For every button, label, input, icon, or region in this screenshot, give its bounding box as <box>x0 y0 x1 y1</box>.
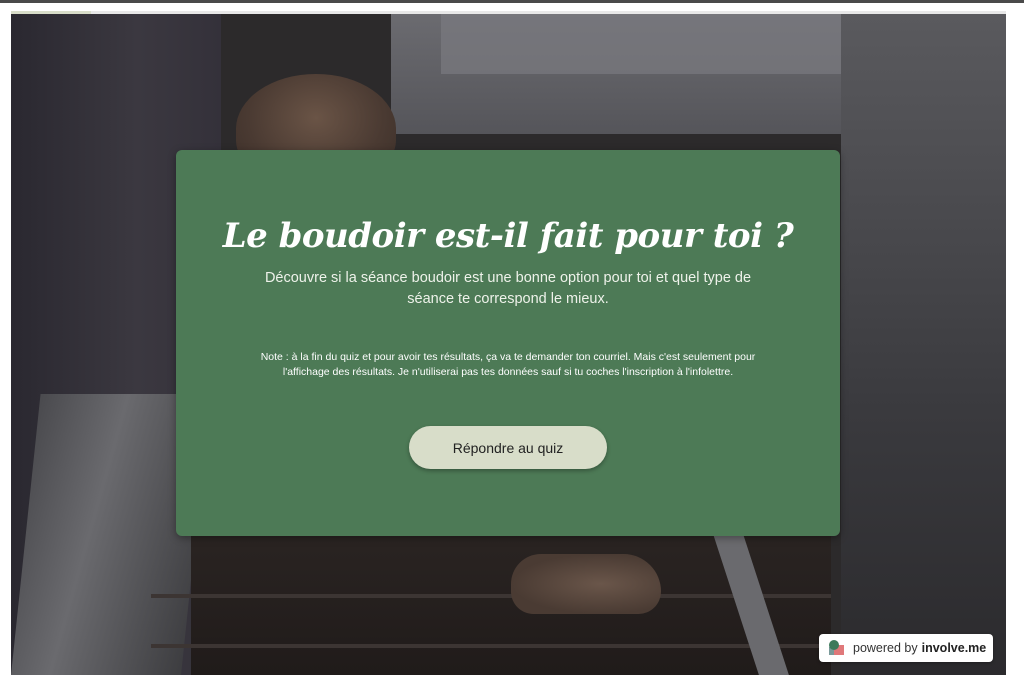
involveme-logo-icon <box>829 640 845 656</box>
quiz-title: Le boudoir est-il fait pour toi ? <box>222 216 794 256</box>
photo-window-light <box>441 14 861 74</box>
powered-by-brand: involve.me <box>921 641 987 655</box>
photo-step-edge <box>151 594 831 598</box>
quiz-intro-card: Le boudoir est-il fait pour toi ? Découv… <box>176 150 840 536</box>
quiz-email-note: Note : à la fin du quiz et pour avoir te… <box>260 351 756 378</box>
photo-person-hand <box>511 554 661 614</box>
quiz-subtitle: Découvre si la séance boudoir est une bo… <box>264 270 752 307</box>
start-quiz-button[interactable]: Répondre au quiz <box>409 426 607 469</box>
window-top-border <box>0 0 1024 3</box>
photo-wall-right <box>841 14 1006 675</box>
photo-step-edge <box>151 644 831 648</box>
powered-by-text: powered by <box>853 641 918 655</box>
powered-by-badge[interactable]: powered by involve.me <box>819 634 993 662</box>
